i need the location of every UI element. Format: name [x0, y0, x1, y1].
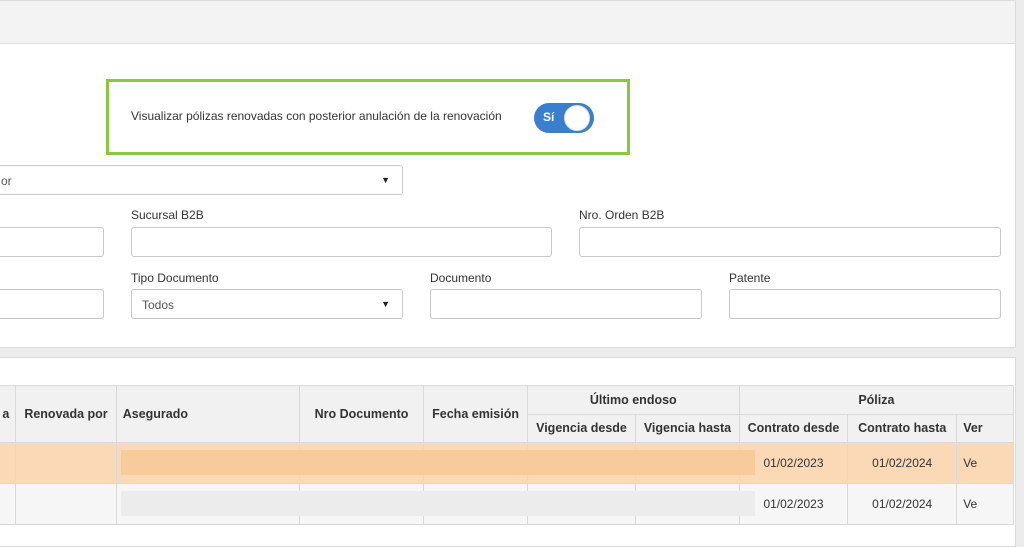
header-col0: a	[0, 385, 17, 443]
left-input-1[interactable]	[0, 227, 104, 257]
contrato-hasta-cell: 01/02/2024	[847, 442, 958, 484]
header-fecha-emision[interactable]: Fecha emisión	[423, 385, 528, 443]
contrato-desde-cell: 01/02/2023	[738, 483, 849, 525]
productor-select-value: or	[1, 174, 12, 188]
header-poliza: Póliza	[738, 385, 1015, 415]
contrato-hasta-cell: 01/02/2024	[847, 483, 958, 525]
header-ultimo-endoso: Último endoso	[526, 385, 740, 415]
ver-cell[interactable]: Ve	[956, 483, 1014, 525]
nro-orden-input[interactable]	[579, 227, 1001, 257]
chevron-down-icon: ▼	[381, 175, 390, 185]
header-renovada-por[interactable]: Renovada por	[15, 385, 117, 443]
documento-label: Documento	[430, 271, 492, 285]
tipo-documento-select[interactable]: Todos ▼	[131, 289, 403, 319]
redacted-bar	[121, 491, 755, 516]
header-nro-documento[interactable]: Nro Documento	[298, 385, 425, 443]
renewed-policies-toggle[interactable]: Sí	[534, 103, 594, 133]
header-asegurado[interactable]: Asegurado	[115, 385, 300, 443]
productor-select[interactable]: or ▼	[0, 165, 403, 195]
ver-cell[interactable]: Ve	[956, 442, 1014, 484]
header-ver[interactable]: Ver	[956, 413, 1014, 443]
header-vigencia-hasta[interactable]: Vigencia hasta	[635, 413, 740, 443]
header-contrato-desde[interactable]: Contrato desde	[738, 413, 849, 443]
toggle-state-text: Sí	[543, 110, 555, 124]
documento-input[interactable]	[430, 289, 702, 319]
tipo-documento-value: Todos	[142, 298, 175, 312]
patente-input[interactable]	[729, 289, 1001, 319]
header-contrato-hasta[interactable]: Contrato hasta	[847, 413, 958, 443]
patente-label: Patente	[729, 271, 771, 285]
redacted-bar	[121, 450, 755, 475]
left-input-2[interactable]	[0, 289, 104, 319]
chevron-down-icon: ▼	[381, 299, 390, 309]
toggle-knob[interactable]	[564, 105, 590, 131]
sucursal-input[interactable]	[131, 227, 552, 257]
top-bar	[0, 0, 1016, 44]
header-vigencia-desde[interactable]: Vigencia desde	[526, 413, 637, 443]
contrato-desde-cell: 01/02/2023	[738, 442, 849, 484]
tipo-documento-label: Tipo Documento	[131, 271, 219, 285]
nro-orden-label: Nro. Orden B2B	[579, 208, 665, 222]
sucursal-label: Sucursal B2B	[131, 208, 204, 222]
renewed-policies-label: Visualizar pólizas renovadas con posteri…	[131, 109, 502, 123]
